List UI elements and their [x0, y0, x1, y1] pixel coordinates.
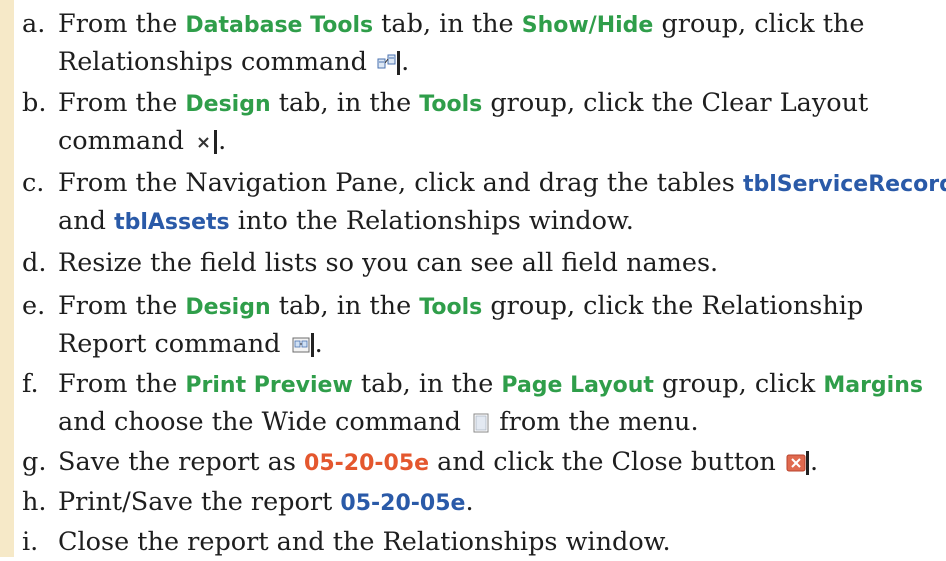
step-c: c. From the Navigation Pane, click and dr… [22, 165, 946, 241]
report-filename: 05-20-05e [340, 491, 466, 516]
ribbon-tab-name: Print Preview [185, 373, 353, 398]
relationships-icon [377, 47, 397, 69]
command-name: Margins [823, 373, 923, 398]
step-letter: i. [22, 527, 39, 557]
table-name: tblServiceRecords [742, 172, 946, 197]
icon-end-mark [214, 130, 218, 154]
ribbon-tab-name: Design [185, 295, 271, 320]
step-g: g. Save the report as 05-20-05e and click… [22, 444, 946, 482]
ribbon-tab-name: Design [185, 92, 271, 117]
table-name: tblAssets [114, 210, 230, 235]
relationship-report-icon [291, 329, 311, 353]
step-d: d. Resize the field lists so you can see … [22, 245, 946, 282]
ribbon-group-name: Tools [419, 295, 483, 320]
step-h: h. Print/Save the report 05-20-05e. [22, 484, 946, 522]
step-letter: g. [22, 447, 47, 477]
step-letter: h. [22, 487, 47, 517]
icon-end-mark [805, 451, 809, 475]
ribbon-group-name: Tools [419, 92, 483, 117]
ribbon-group-name: Page Layout [501, 373, 654, 398]
step-b: b. From the Design tab, in the Tools grou… [22, 85, 946, 160]
step-i: i. Close the report and the Relationships… [22, 524, 946, 561]
step-e: e. From the Design tab, in the Tools grou… [22, 288, 946, 363]
step-a: a. From the Database Tools tab, in the Sh… [22, 6, 946, 81]
report-filename: 05-20-05e [304, 451, 430, 476]
icon-end-mark [310, 333, 314, 357]
clear-layout-icon [194, 126, 214, 148]
step-letter: f. [22, 369, 39, 399]
step-letter: a. [22, 9, 46, 39]
icon-end-mark [397, 51, 401, 75]
step-f: f. From the Print Preview tab, in the Pag… [22, 366, 946, 441]
step-letter: b. [22, 88, 47, 118]
wide-margins-icon [471, 407, 491, 433]
close-icon [786, 447, 806, 472]
ribbon-tab-name: Database Tools [185, 13, 374, 38]
ribbon-group-name: Show/Hide [521, 13, 654, 38]
step-letter: c. [22, 168, 45, 198]
step-letter: d. [22, 248, 47, 278]
step-letter: e. [22, 291, 46, 321]
page-margin-band [0, 0, 14, 557]
